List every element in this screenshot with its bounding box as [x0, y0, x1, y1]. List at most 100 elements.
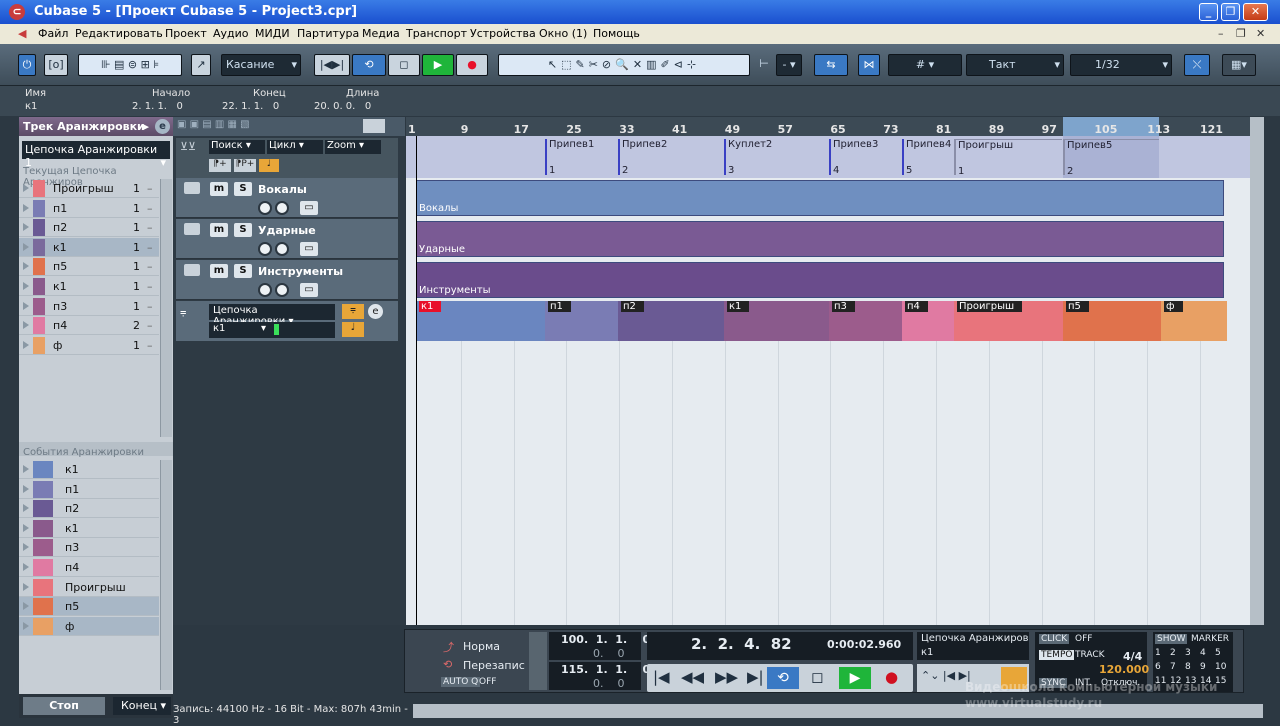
arranger-current-select[interactable]: к1 ▾ [209, 322, 335, 338]
goto-start-icon[interactable]: |◀ [653, 668, 670, 686]
folder-lane-3[interactable]: Инструменты [416, 262, 1224, 298]
nudge-select[interactable]: - ▾ [776, 54, 802, 76]
expand-arrow-icon[interactable] [23, 582, 29, 591]
chain-item-row[interactable]: п5 1– [19, 257, 159, 277]
grid-icon[interactable]: # ▾ [888, 54, 962, 76]
record-enable-icon[interactable] [258, 283, 272, 297]
arranger-event[interactable]: ф [1161, 301, 1227, 341]
cycle-select[interactable]: Цикл ▾ [267, 140, 323, 154]
expand-arrow-icon[interactable] [23, 504, 29, 513]
mdi-minimize-icon[interactable]: – [1218, 27, 1224, 40]
track-control-icons[interactable]: ▣ ▣ ▤ ▥ ▦ ▧ [177, 119, 250, 130]
maximize-button[interactable]: ❐ [1221, 3, 1240, 21]
marker-3[interactable]: Куплет2 3 [724, 139, 827, 176]
arranger-event-row[interactable]: ф [19, 616, 159, 636]
quantize-select[interactable]: 1/32 ▾ [1070, 54, 1172, 76]
marker-number-button[interactable]: 2 [1170, 648, 1176, 658]
close-button[interactable]: ✕ [1243, 3, 1268, 21]
arranger-event-row[interactable]: п4 [19, 558, 159, 577]
activate-project-button[interactable]: ⏻ [18, 54, 36, 76]
marker-5[interactable]: Припев4 5 [902, 139, 952, 176]
mdi-close-icon[interactable]: ✕ [1256, 27, 1265, 40]
chain-item-repeats[interactable]: 1 [133, 260, 140, 273]
snap-zero-button[interactable]: ⋈ [858, 54, 880, 76]
marker-number-button[interactable]: 8 [1185, 662, 1191, 672]
arranger-event[interactable]: Проигрыш [954, 301, 1063, 341]
play-icon[interactable]: ▶ [839, 667, 871, 689]
snap-icon[interactable]: ⊢ [755, 54, 773, 76]
chain-item-repeats[interactable]: 1 [133, 241, 140, 254]
add-marker-icon[interactable]: ⁋+ [209, 159, 231, 172]
zoom-select[interactable]: Zoom ▾ [325, 140, 381, 154]
vertical-scrollbar[interactable] [1250, 117, 1264, 625]
chain-item-row[interactable]: к1 1– [19, 237, 159, 257]
goto-end-icon[interactable]: ▶| [747, 668, 764, 686]
record-enable-icon[interactable] [258, 242, 272, 256]
timeline-ruler[interactable]: 1 9 17 25 33 41 49 57 65 73 81 89 97 105 113 121 [406, 117, 1250, 136]
cycle-button[interactable]: ⟲ [352, 54, 386, 76]
stop-mode-button[interactable]: Стоп [23, 697, 105, 715]
cycle-toggle-icon[interactable]: ⟲ [767, 667, 799, 689]
menu-project[interactable]: Проект [165, 27, 207, 40]
marker-2[interactable]: Припев2 2 [618, 139, 722, 176]
constrain-delay-button[interactable]: [o] [44, 54, 68, 76]
add-cycle-marker-icon[interactable]: ⁋P+ [234, 159, 256, 172]
marker-number-button[interactable]: 4 [1200, 648, 1206, 658]
chain-item-row[interactable]: ф 1– [19, 336, 159, 355]
arranger-event[interactable]: п3 [829, 301, 902, 341]
arranger-event-row[interactable]: п1 [19, 480, 159, 499]
search-select[interactable]: Поиск ▾ [209, 140, 265, 154]
marker-number-button[interactable]: 7 [1170, 662, 1176, 672]
arranger-transport-display[interactable]: Цепочка Аранжиров к1 [917, 632, 1029, 660]
solo-button[interactable]: S [234, 264, 252, 278]
solo-button[interactable]: S [234, 223, 252, 237]
expand-arrow-icon[interactable] [23, 262, 29, 271]
arranger-event-row[interactable]: к1 [19, 519, 159, 538]
goto-start-button[interactable]: |◀▶| [314, 54, 350, 76]
stop-icon[interactable]: ◻ [811, 668, 823, 686]
forward-icon[interactable]: ▶▶ [715, 668, 738, 686]
arranger-event-row[interactable]: Проигрыш [19, 578, 159, 597]
marker-1[interactable]: Припев1 1 [545, 139, 617, 176]
arranger-event[interactable]: к1 [416, 301, 545, 341]
tempo-label[interactable]: TEMPO [1039, 650, 1075, 660]
edit-folder-icon[interactable]: ▭ [300, 242, 318, 256]
mdi-restore-icon[interactable]: ❐ [1236, 27, 1246, 40]
mute-button[interactable]: m [210, 223, 228, 237]
arranger-chain-track-select[interactable]: Цепочка Аранжировки ▾ [209, 304, 335, 327]
chain-item-row[interactable]: п3 1– [19, 297, 159, 316]
chain-item-repeats[interactable]: 1 [133, 300, 140, 313]
arranger-event[interactable]: п1 [545, 301, 618, 341]
length-value[interactable]: 20. 0. 0. 0 [314, 101, 371, 112]
snap-type-select[interactable]: Такт ▾ [966, 54, 1064, 76]
expand-arrow-icon[interactable] [23, 321, 29, 330]
folder-track[interactable]: m S Инструменты ▭ [176, 260, 398, 300]
quantize-button[interactable]: ⤬ [1184, 54, 1210, 76]
expand-arrow-icon[interactable] [23, 563, 29, 571]
horizontal-scrollbar[interactable] [413, 704, 1263, 718]
marker-7[interactable]: Припев5 2 [1063, 139, 1159, 177]
edit-folder-icon[interactable]: ▭ [300, 201, 318, 215]
record-enable-icon[interactable] [258, 201, 272, 215]
monitor-icon[interactable] [275, 283, 289, 297]
chain-item-row[interactable]: п4 2– [19, 316, 159, 336]
folder-track[interactable]: m S Ударные ▭ [176, 219, 398, 259]
expand-arrow-icon[interactable] [23, 340, 29, 349]
marker-number-button[interactable]: 5 [1215, 648, 1221, 658]
chain-item-mode[interactable]: – [147, 260, 153, 273]
track-colors-icon[interactable] [363, 119, 385, 133]
marker-number-button[interactable]: 1 [1155, 648, 1161, 658]
expand-arrow-icon[interactable] [23, 543, 29, 552]
chain-item-mode[interactable]: – [147, 319, 153, 332]
marker-6[interactable]: Проигрыш 1 [954, 139, 1062, 177]
record-button[interactable]: ● [456, 54, 488, 76]
expand-arrow-icon[interactable] [23, 602, 29, 611]
arranger-mode-icon[interactable]: ⩦ [342, 304, 364, 319]
chain-item-mode[interactable]: – [147, 241, 153, 254]
menu-score[interactable]: Партитура [297, 27, 359, 40]
app-menu-icon[interactable]: ◀ [18, 27, 26, 40]
expand-arrow-icon[interactable] [23, 484, 29, 493]
menu-file[interactable]: Файл [38, 27, 68, 40]
edit-folder-icon[interactable]: ▭ [300, 283, 318, 297]
mute-button[interactable]: m [210, 264, 228, 278]
